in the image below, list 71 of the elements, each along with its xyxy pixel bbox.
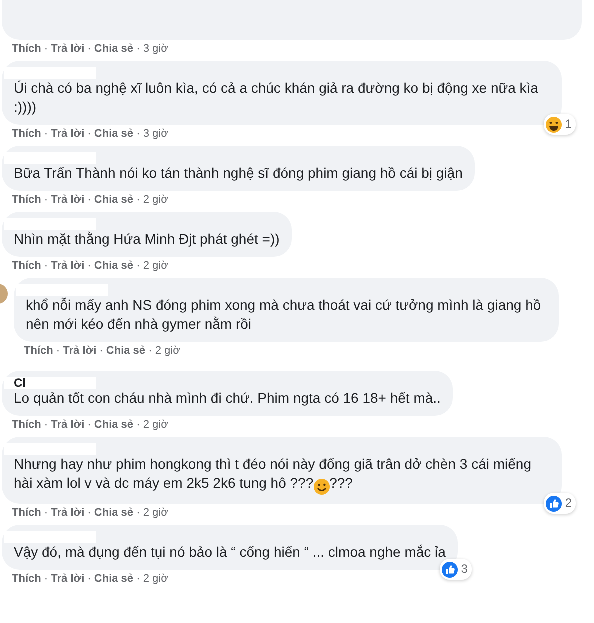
thumbs-up-icon: [546, 496, 562, 512]
comment-time: 2 giờ: [143, 419, 168, 431]
comment-text: khổ nỗi mấy anh NS đóng phim xong mà chưa thoát vai cứ tưởng mình là giang hồ nên mới kéo đến nhà gymer nằm rồi: [26, 296, 542, 334]
comment-text: Nhưng hay như phim hongkong thì t đéo nói này đống giã trân dở chèn 3 cái miếng hài xàm lol v và dc máy em 2k5 2k6 tung hô ??? ???: [14, 455, 550, 496]
action-link[interactable]: Trả lời: [51, 573, 85, 585]
action-link[interactable]: Chia sẻ: [94, 419, 134, 431]
comment-text: Úi chà có ba nghệ xĩ luôn kìa, có cả a chúc khán giả ra đường ko bị động xe nữa kìa :)))): [14, 79, 540, 117]
commenter-name[interactable]: Cl: [14, 377, 441, 389]
action-link[interactable]: Thích: [12, 128, 42, 140]
separator-dot: ·: [43, 507, 50, 519]
separator-dot: ·: [136, 419, 142, 431]
separator-dot: ·: [136, 507, 142, 519]
separator-dot: ·: [136, 573, 142, 585]
separator-dot: ·: [43, 194, 50, 206]
action-link[interactable]: Thích: [12, 507, 42, 519]
separator-dot: ·: [43, 419, 50, 431]
action-link[interactable]: Chia sẻ: [94, 194, 134, 206]
action-link[interactable]: Thích: [24, 345, 54, 357]
action-link[interactable]: Trả lời: [51, 43, 85, 55]
comment-text: Nhìn mặt thằng Hứa Minh Đjt phát ghét =)): [14, 230, 280, 249]
action-link[interactable]: Trả lời: [51, 507, 85, 519]
separator-dot: ·: [86, 43, 92, 55]
action-link[interactable]: Thích: [12, 419, 42, 431]
smile-emoji-icon: [314, 477, 330, 496]
action-link[interactable]: Thích: [12, 260, 42, 272]
separator-dot: ·: [98, 345, 104, 357]
separator-dot: ·: [86, 507, 92, 519]
reaction-count[interactable]: 3: [440, 559, 472, 580]
comment-time: 2 giờ: [143, 507, 168, 519]
separator-dot: ·: [86, 194, 92, 206]
action-link[interactable]: Chia sẻ: [106, 345, 146, 357]
action-link[interactable]: Chia sẻ: [94, 43, 134, 55]
laughing-face-icon: [546, 116, 562, 132]
separator-dot: ·: [148, 345, 154, 357]
comment-time: 3 giờ: [143, 128, 168, 140]
comment-time: 2 giờ: [143, 260, 168, 272]
comment-time: 2 giờ: [143, 573, 168, 585]
separator-dot: ·: [86, 573, 92, 585]
separator-dot: ·: [43, 43, 50, 55]
separator-dot: ·: [86, 128, 92, 140]
action-link[interactable]: Chia sẻ: [94, 128, 134, 140]
comment-text: Vậy đó, mà đụng đến tụi nó bảo là “ cống hiến “ ... clmoa nghe mắc ỉa: [14, 543, 446, 562]
separator-dot: ·: [43, 128, 50, 140]
comment-text: Lo quản tốt con cháu nhà mình đi chứ. Phim ngta có 16 18+ hết mà..: [14, 389, 441, 408]
separator-dot: ·: [136, 194, 142, 206]
comment-time: 2 giờ: [143, 194, 168, 206]
separator-dot: ·: [136, 128, 142, 140]
separator-dot: ·: [86, 419, 92, 431]
reaction-count[interactable]: 2: [544, 493, 576, 514]
comment-text: Bữa Trấn Thành nói ko tán thành nghệ sĩ đóng phim giang hồ cái bị giận: [14, 164, 463, 183]
reaction-count[interactable]: 1: [544, 114, 576, 135]
separator-dot: ·: [136, 43, 142, 55]
comment-time: 3 giờ: [143, 43, 168, 55]
action-link[interactable]: Trả lời: [51, 194, 85, 206]
action-link[interactable]: Trả lời: [51, 260, 85, 272]
action-link[interactable]: Thích: [12, 573, 42, 585]
action-link[interactable]: Chia sẻ: [94, 507, 134, 519]
action-link[interactable]: Thích: [12, 43, 42, 55]
separator-dot: ·: [43, 573, 50, 585]
action-link[interactable]: Chia sẻ: [94, 260, 134, 272]
separator-dot: ·: [43, 260, 50, 272]
action-link[interactable]: Thích: [12, 194, 42, 206]
action-link[interactable]: Trả lời: [63, 345, 97, 357]
separator-dot: ·: [86, 260, 92, 272]
action-link[interactable]: Chia sẻ: [94, 573, 134, 585]
separator-dot: ·: [55, 345, 62, 357]
separator-dot: ·: [136, 260, 142, 272]
comment-time: 2 giờ: [155, 345, 180, 357]
thumbs-up-icon: [442, 562, 458, 578]
action-link[interactable]: Trả lời: [51, 419, 85, 431]
action-link[interactable]: Trả lời: [51, 128, 85, 140]
